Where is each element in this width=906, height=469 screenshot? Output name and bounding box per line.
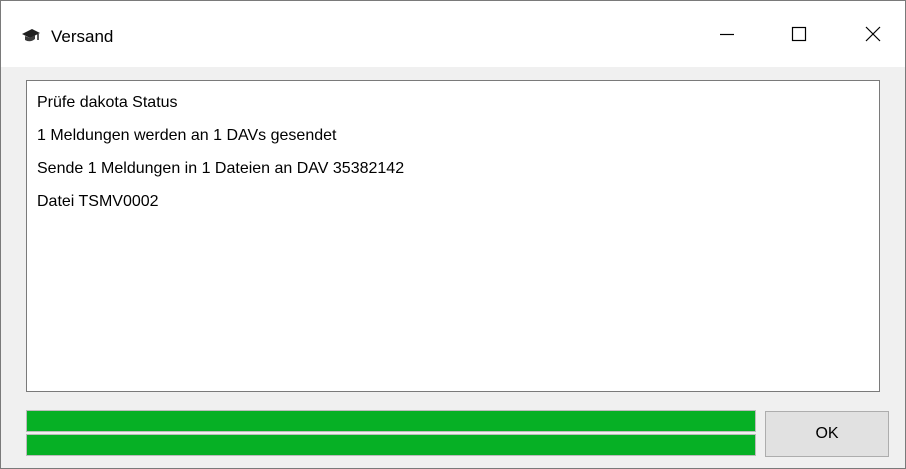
log-line: Datei TSMV0002 <box>37 193 159 210</box>
log-line: Prüfe dakota Status <box>37 94 178 111</box>
progress-bar-top <box>26 410 756 432</box>
title-bar[interactable]: Versand <box>1 1 905 67</box>
minimize-icon <box>719 26 735 42</box>
log-line: 1 Meldungen werden an 1 DAVs gesendet <box>37 127 337 144</box>
versand-window: Versand Prüfe dakota Status 1 Meldungen … <box>0 0 906 469</box>
close-icon <box>865 26 881 42</box>
maximize-icon <box>791 26 807 42</box>
window-title: Versand <box>51 27 114 46</box>
minimize-button[interactable] <box>695 1 759 67</box>
graduation-cap-icon <box>21 28 41 44</box>
maximize-button[interactable] <box>767 1 831 67</box>
status-log[interactable]: Prüfe dakota Status 1 Meldungen werden a… <box>26 80 880 392</box>
progress-bar-bottom <box>26 434 756 456</box>
progress-fill <box>27 435 755 455</box>
log-line: Sende 1 Meldungen in 1 Dateien an DAV 35… <box>37 160 405 177</box>
progress-fill <box>27 411 755 431</box>
ok-button[interactable]: OK <box>765 411 889 457</box>
close-button[interactable] <box>841 1 905 67</box>
